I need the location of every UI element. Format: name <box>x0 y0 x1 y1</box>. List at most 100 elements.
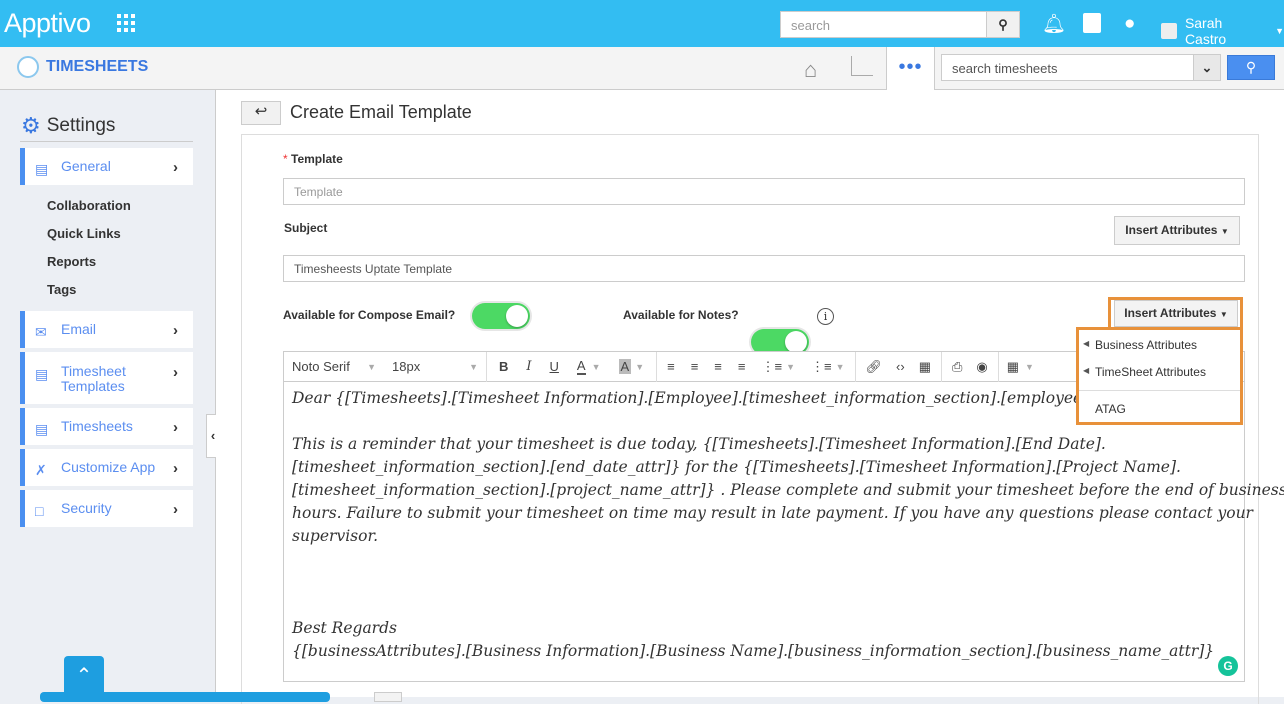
table-icon[interactable]: ▦ <box>1007 359 1019 375</box>
info-icon[interactable]: i <box>817 308 834 325</box>
font-size-select[interactable]: 18px ▼ <box>384 359 486 374</box>
bell-icon[interactable]: 🔔︎ <box>1042 12 1066 36</box>
align-left-icon[interactable]: ≡ <box>667 359 675 374</box>
bullet-list-icon[interactable]: ⋮≡ <box>761 359 782 375</box>
menu-item-atag[interactable]: ATAG <box>1095 402 1126 416</box>
link-icon[interactable]: 🔗︎ <box>866 359 883 375</box>
gear-icon: ⚙ <box>21 113 41 138</box>
global-search[interactable]: search ⚲ <box>780 11 1020 38</box>
editor-line: supervisor. <box>292 527 379 545</box>
search-icon[interactable]: ⚲ <box>986 12 1019 37</box>
editor-line: Best Regards <box>292 619 397 637</box>
preview-eye-icon[interactable]: ◉ <box>976 359 987 375</box>
sidebar-item-timesheets[interactable]: ▤ Timesheets › <box>20 408 193 445</box>
editor-content[interactable]: Dear {[Timesheets].[Timesheet Informatio… <box>292 387 1284 663</box>
chevron-right-icon: › <box>173 419 178 436</box>
background-color-icon[interactable]: A <box>618 359 632 374</box>
chat-users-icon[interactable]: ● <box>1124 13 1135 35</box>
back-arrow-icon: ↩ <box>254 103 268 120</box>
sidebar-subitem-reports[interactable]: Reports <box>47 254 96 269</box>
sidebar-item-security[interactable]: □ Security › <box>20 490 193 527</box>
settings-heading: ⚙ Settings <box>21 113 115 139</box>
monitor-icon: ▤ <box>35 161 49 177</box>
apptivo-logo[interactable]: Apptivo <box>4 8 91 39</box>
sidebar-item-label: Timesheets <box>61 418 133 434</box>
align-right-icon[interactable]: ≡ <box>714 359 722 374</box>
chevron-right-icon: › <box>173 364 178 381</box>
underline-icon[interactable]: U <box>550 359 559 374</box>
scroll-to-top-button[interactable]: ⌃ <box>64 656 104 697</box>
store-icon[interactable] <box>1083 13 1101 33</box>
bottom-bar <box>40 692 330 702</box>
more-button[interactable]: ••• <box>886 47 935 90</box>
caret-left-icon: ◀ <box>1083 339 1090 348</box>
chevron-left-icon: ‹ <box>210 428 216 443</box>
user-name: Sarah Castro <box>1184 15 1227 47</box>
sidebar-item-label: General <box>61 158 111 174</box>
code-icon[interactable]: ‹› <box>896 359 905 374</box>
subject-label: Subject <box>284 221 328 235</box>
sidebar-subitem-collaboration[interactable]: Collaboration <box>47 198 131 213</box>
chevron-right-icon: › <box>173 460 178 477</box>
template-label: * Template <box>283 152 343 166</box>
print-icon[interactable]: ⎙ <box>952 359 962 375</box>
template-icon: ▤ <box>35 366 49 382</box>
editor-line: hours. Failure to submit your timesheet … <box>292 504 1253 522</box>
insert-attributes-button[interactable]: Insert Attributes ▼ <box>1114 300 1238 327</box>
lock-icon: □ <box>35 503 44 519</box>
font-family-select[interactable]: Noto Serif ▼ <box>284 359 384 374</box>
search-button[interactable]: ⚲ <box>1227 55 1275 80</box>
user-menu[interactable]: Sarah Castro ▼ <box>1161 15 1284 47</box>
bold-icon[interactable]: B <box>499 359 508 374</box>
divider <box>1079 390 1240 391</box>
menu-item-timesheet-attributes[interactable]: ◀ TimeSheet Attributes <box>1083 365 1206 379</box>
global-search-input[interactable]: search <box>781 12 986 37</box>
editor-line: [timesheet_information_section].[project… <box>292 481 1284 499</box>
sidebar-item-general[interactable]: ▤ General › <box>20 148 193 185</box>
reports-chart-icon[interactable] <box>851 56 873 76</box>
sidebar-item-label: Security <box>61 500 112 516</box>
back-button[interactable]: ↩ <box>241 101 281 125</box>
grammarly-icon[interactable]: G <box>1218 656 1238 676</box>
align-justify-icon[interactable]: ≡ <box>738 359 746 374</box>
align-center-icon[interactable]: ≡ <box>691 359 699 374</box>
sidebar-subitem-quick-links[interactable]: Quick Links <box>47 226 121 241</box>
timesheet-search-input[interactable]: search timesheets <box>942 55 1193 80</box>
search-icon: ⚲ <box>1245 59 1257 75</box>
sidebar-subitem-tags[interactable]: Tags <box>47 282 76 297</box>
tools-icon: ✗ <box>35 462 47 478</box>
subject-input[interactable]: Timesheests Uptate Template <box>283 255 1245 282</box>
page-title: Create Email Template <box>290 102 472 122</box>
app-title[interactable]: TIMESHEETS <box>46 58 148 76</box>
compose-email-toggle[interactable] <box>472 303 530 329</box>
chevron-right-icon: › <box>173 501 178 518</box>
bottom-button[interactable] <box>374 692 402 702</box>
chevron-down-icon[interactable]: ⌄ <box>1193 55 1220 80</box>
numbered-list-icon[interactable]: ⋮≡ <box>811 359 832 375</box>
sidebar-item-email[interactable]: ✉ Email › <box>20 311 193 348</box>
insert-attributes-highlight: Insert Attributes ▼ <box>1108 297 1243 330</box>
chevron-right-icon: › <box>173 159 178 176</box>
envelope-icon: ✉ <box>35 324 47 340</box>
template-icon: ▤ <box>35 421 49 437</box>
compose-email-label: Available for Compose Email? <box>283 308 456 322</box>
home-icon[interactable]: ⌂ <box>804 57 817 83</box>
template-input[interactable]: Template <box>283 178 1245 205</box>
insert-attributes-subject-button[interactable]: Insert Attributes ▼ <box>1114 216 1240 245</box>
text-color-icon[interactable]: A <box>576 358 586 375</box>
notes-label: Available for Notes? <box>623 308 739 322</box>
sidebar-item-customize-app[interactable]: ✗ Customize App › <box>20 449 193 486</box>
editor-line: This is a reminder that your timesheet i… <box>292 435 1106 453</box>
settings-title: Settings <box>46 115 116 136</box>
avatar <box>1161 23 1177 39</box>
menu-item-business-attributes[interactable]: ◀ Business Attributes <box>1083 338 1197 352</box>
timesheet-search[interactable]: search timesheets ⌄ <box>941 54 1221 81</box>
caret-down-icon: ▼ <box>1275 26 1284 36</box>
apps-grid-icon[interactable] <box>117 14 135 32</box>
image-icon[interactable]: ▦ <box>919 359 931 375</box>
italic-icon[interactable]: I <box>526 359 531 374</box>
sidebar-item-timesheet-templates[interactable]: ▤ Timesheet Templates › <box>20 352 193 404</box>
